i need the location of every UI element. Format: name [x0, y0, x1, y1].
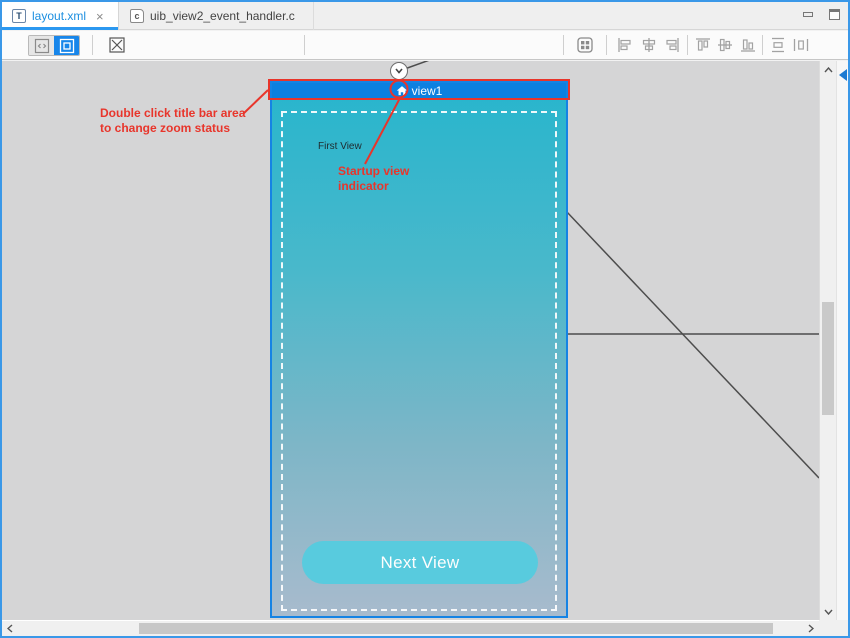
scroll-left-button[interactable] [2, 621, 18, 636]
design-toolbar: − + 48 % common (portrait_HD) All locale… [2, 31, 848, 60]
maximize-button[interactable] [826, 6, 842, 22]
toolbar-separator [762, 35, 763, 55]
chevron-left-icon [7, 624, 13, 633]
tab-label: layout.xml [32, 9, 86, 23]
design-view-button[interactable] [54, 35, 79, 56]
next-view-button-label: Next View [381, 553, 460, 573]
align-bottom-icon [739, 36, 757, 54]
minimize-button[interactable] [800, 6, 816, 22]
design-view-icon [59, 38, 75, 54]
view-mode-toggle [28, 35, 80, 56]
align-left-icon [616, 36, 634, 54]
toolbar-separator [687, 35, 688, 55]
chevron-right-icon [808, 624, 814, 633]
scroll-up-button[interactable] [820, 61, 836, 78]
distribute-vertical-button[interactable] [767, 34, 789, 56]
toolbar-separator [92, 35, 93, 55]
scrollbar-corner [819, 620, 848, 636]
minimize-icon [803, 12, 813, 17]
vertical-scrollbar [819, 61, 836, 620]
view-content-bounds [281, 111, 557, 611]
maximize-icon [829, 9, 840, 20]
align-top-icon [694, 36, 712, 54]
view1-title-bar[interactable]: view1 [272, 83, 566, 99]
grid-icon [576, 36, 594, 54]
xml-file-icon: T [12, 9, 26, 23]
c-file-icon: c [130, 9, 144, 23]
editor-tab-bar: T layout.xml × c uib_view2_event_handler… [2, 2, 848, 30]
distribute-horizontal-button[interactable] [790, 34, 812, 56]
tab-uib-view2-event-handler[interactable]: c uib_view2_event_handler.c [120, 2, 314, 30]
align-left-button[interactable] [614, 34, 636, 56]
align-middle-button[interactable] [714, 34, 736, 56]
design-canvas[interactable]: view1 First View Next View Double click … [2, 61, 819, 620]
toolbar-separator [606, 35, 607, 55]
horizontal-scrollbar [2, 620, 819, 636]
toolbar-separator [304, 35, 305, 55]
close-icon[interactable]: × [96, 9, 104, 24]
next-view-button[interactable]: Next View [302, 541, 538, 584]
grid-button[interactable] [574, 34, 596, 56]
tab-label: uib_view2_event_handler.c [150, 9, 295, 23]
startup-annotation-line2: indicator [338, 179, 409, 194]
align-right-button[interactable] [661, 34, 683, 56]
align-center-button[interactable] [638, 34, 660, 56]
align-top-button[interactable] [692, 34, 714, 56]
vertical-scroll-thumb[interactable] [822, 302, 834, 415]
tab-layout-xml[interactable]: T layout.xml × [2, 2, 119, 30]
chevron-down-icon [824, 609, 833, 615]
fit-to-window-button[interactable] [106, 34, 128, 56]
ui-builder-window: T layout.xml × c uib_view2_event_handler… [0, 0, 850, 638]
restore-panel-icon[interactable] [839, 69, 847, 81]
chevron-up-icon [824, 67, 833, 73]
startup-view-annotation: Startup view indicator [338, 164, 409, 194]
distribute-horizontal-icon [792, 36, 810, 54]
view-title-label: view1 [412, 85, 443, 97]
horizontal-scroll-thumb[interactable] [139, 623, 773, 634]
view-transition-handle[interactable] [390, 62, 408, 80]
align-right-icon [663, 36, 681, 54]
align-bottom-button[interactable] [737, 34, 759, 56]
zoom-hint-annotation: Double click title bar area to change zo… [100, 106, 245, 136]
fit-to-window-icon [108, 36, 126, 54]
source-code-icon [34, 38, 50, 54]
horizontal-scroll-track[interactable] [18, 621, 803, 636]
collapsed-panel-strip [836, 61, 848, 620]
scroll-right-button[interactable] [803, 621, 819, 636]
scroll-down-button[interactable] [820, 603, 836, 620]
zoom-hint-line1: Double click title bar area [100, 106, 245, 121]
chevron-down-icon [393, 65, 405, 77]
source-view-button[interactable] [29, 35, 54, 56]
toolbar-separator [563, 35, 564, 55]
window-controls [800, 6, 842, 22]
zoom-hint-line2: to change zoom status [100, 121, 245, 136]
distribute-vertical-icon [769, 36, 787, 54]
align-middle-icon [716, 36, 734, 54]
vertical-scroll-track[interactable] [820, 78, 836, 603]
home-startup-icon [396, 85, 408, 97]
align-center-icon [640, 36, 658, 54]
view1-design-area[interactable]: view1 First View Next View [270, 81, 568, 618]
startup-annotation-line1: Startup view [338, 164, 409, 179]
first-view-label[interactable]: First View [318, 141, 362, 152]
